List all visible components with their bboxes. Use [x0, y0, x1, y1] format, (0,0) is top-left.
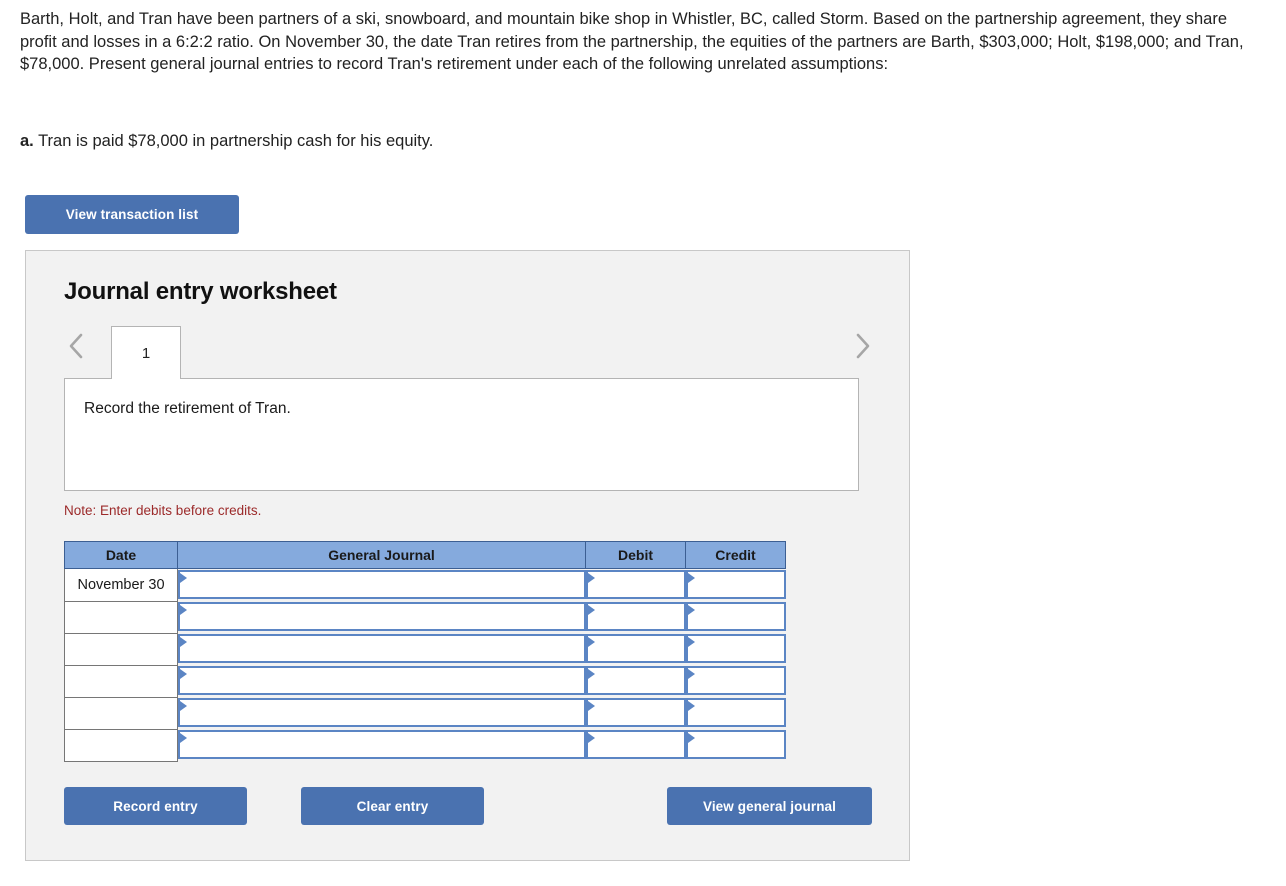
general-journal-cell[interactable]	[178, 729, 586, 761]
debit-cell[interactable]	[585, 569, 686, 602]
chevron-right-icon[interactable]	[849, 329, 875, 363]
chevron-left-icon[interactable]	[64, 329, 90, 363]
general-journal-cell[interactable]	[178, 601, 586, 633]
debit-input[interactable]	[585, 570, 686, 599]
account-select[interactable]	[178, 730, 586, 759]
table-header-row: Date General Journal Debit Credit	[64, 541, 786, 569]
assumption-a: a. Tran is paid $78,000 in partnership c…	[20, 130, 433, 153]
general-journal-cell[interactable]	[178, 569, 586, 602]
date-cell[interactable]	[64, 601, 178, 634]
question-body: Barth, Holt, and Tran have been partners…	[20, 8, 1260, 76]
table-row	[64, 665, 786, 698]
credit-input[interactable]	[685, 570, 786, 599]
debit-input[interactable]	[585, 730, 686, 759]
debit-input[interactable]	[585, 666, 686, 695]
date-cell[interactable]	[64, 729, 178, 762]
column-header-general-journal: General Journal	[177, 541, 586, 569]
debit-cell[interactable]	[585, 697, 686, 729]
date-cell[interactable]: November 30	[64, 568, 178, 602]
credit-cell[interactable]	[685, 665, 786, 697]
table-row	[64, 633, 786, 666]
question-paragraph: Barth, Holt, and Tran have been partners…	[20, 10, 1244, 73]
table-row	[64, 601, 786, 634]
account-select[interactable]	[178, 634, 586, 663]
date-cell[interactable]	[64, 633, 178, 666]
debit-cell[interactable]	[585, 729, 686, 761]
credit-input[interactable]	[685, 602, 786, 631]
account-select[interactable]	[178, 698, 586, 727]
debit-cell[interactable]	[585, 633, 686, 665]
column-header-date: Date	[64, 541, 178, 569]
page-title: Journal entry worksheet	[64, 278, 337, 305]
column-header-credit: Credit	[685, 541, 786, 569]
credit-input[interactable]	[685, 730, 786, 759]
view-transaction-list-button[interactable]: View transaction list	[25, 195, 239, 234]
credit-cell[interactable]	[685, 633, 786, 665]
general-journal-cell[interactable]	[178, 633, 586, 665]
account-select[interactable]	[178, 570, 586, 599]
credit-cell[interactable]	[685, 729, 786, 761]
credit-cell[interactable]	[685, 697, 786, 729]
credit-input[interactable]	[685, 634, 786, 663]
date-cell[interactable]	[64, 665, 178, 698]
account-select[interactable]	[178, 602, 586, 631]
table-row	[64, 729, 786, 762]
debit-input[interactable]	[585, 602, 686, 631]
entry-description-text: Record the retirement of Tran.	[84, 400, 291, 417]
table-row	[64, 697, 786, 730]
view-general-journal-button[interactable]: View general journal	[667, 787, 872, 825]
entry-description-box: Record the retirement of Tran.	[64, 378, 859, 491]
general-journal-cell[interactable]	[178, 697, 586, 729]
debit-input[interactable]	[585, 634, 686, 663]
tab-label: 1	[141, 344, 151, 362]
general-journal-cell[interactable]	[178, 665, 586, 697]
credit-input[interactable]	[685, 698, 786, 727]
clear-entry-button[interactable]: Clear entry	[301, 787, 484, 825]
general-journal-table: Date General Journal Debit Credit Novemb…	[64, 541, 786, 762]
debit-cell[interactable]	[585, 665, 686, 697]
credit-cell[interactable]	[685, 601, 786, 633]
assumption-text: Tran is paid $78,000 in partnership cash…	[38, 132, 434, 150]
assumption-label: a.	[20, 132, 34, 150]
table-row: November 30	[64, 568, 786, 602]
tab-1[interactable]: 1	[111, 326, 181, 379]
account-select[interactable]	[178, 666, 586, 695]
credit-input[interactable]	[685, 666, 786, 695]
journal-entry-worksheet-panel: Journal entry worksheet 1 Record the ret…	[25, 250, 910, 861]
debit-input[interactable]	[585, 698, 686, 727]
debit-cell[interactable]	[585, 601, 686, 633]
record-entry-button[interactable]: Record entry	[64, 787, 247, 825]
column-header-debit: Debit	[585, 541, 686, 569]
date-cell[interactable]	[64, 697, 178, 730]
credit-cell[interactable]	[685, 569, 786, 602]
debits-before-credits-note: Note: Enter debits before credits.	[64, 503, 262, 518]
